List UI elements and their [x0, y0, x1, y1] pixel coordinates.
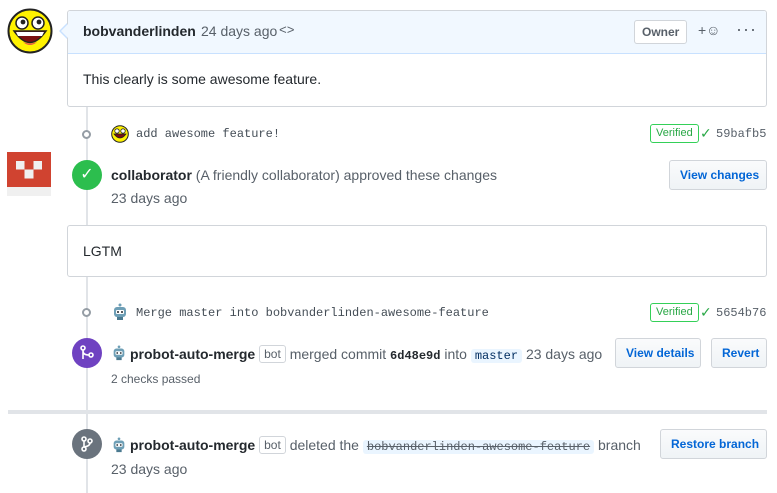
branch-glyph: [81, 436, 93, 452]
avatar[interactable]: [111, 437, 127, 453]
commit-sha-link[interactable]: 5654b76: [716, 306, 766, 320]
review-author[interactable]: collaborator: [111, 167, 192, 183]
commit-icon: [82, 130, 91, 139]
avatar[interactable]: [111, 303, 129, 321]
merge-into-text: into: [444, 346, 467, 362]
awesome-face-icon: [7, 8, 53, 54]
view-details-button[interactable]: View details: [615, 338, 701, 368]
bot-label: bot: [259, 436, 286, 454]
verified-badge[interactable]: Verified: [650, 303, 699, 322]
awesome-face-icon: [111, 125, 129, 143]
merge-event-text: probot-auto-merge bot merged commit 6d48…: [130, 345, 602, 363]
add-reaction-button[interactable]: +☺: [698, 22, 720, 38]
review-action: approved these changes: [343, 167, 497, 183]
identicon-icon: [7, 152, 51, 196]
delete-branch-word: branch: [598, 437, 641, 453]
revert-button[interactable]: Revert: [711, 338, 767, 368]
base-branch-label[interactable]: master: [470, 349, 523, 363]
robot-icon: [113, 345, 125, 361]
view-changes-button[interactable]: View changes: [669, 160, 767, 190]
code-icon: <>: [279, 23, 295, 38]
check-icon: ✓: [700, 125, 712, 141]
check-icon: ✓: [700, 304, 712, 320]
delete-event-text: probot-auto-merge bot deleted the bobvan…: [130, 436, 641, 454]
deleted-branch-label: bobvanderlinden-awesome-feature: [362, 440, 595, 454]
review-event-text: collaborator (A friendly collaborator) a…: [111, 167, 497, 183]
timeline-separator: [8, 410, 767, 414]
delete-actor[interactable]: probot-auto-merge: [130, 437, 255, 453]
review-comment-body: LGTM: [83, 243, 122, 259]
delete-timestamp[interactable]: 23 days ago: [111, 461, 187, 477]
merge-timestamp[interactable]: 23 days ago: [526, 346, 602, 362]
verified-badge[interactable]: Verified: [650, 124, 699, 143]
comment-box: bobvanderlinden 24 days ago <> Owner +☺ …: [59, 10, 767, 107]
robot-icon: [114, 303, 126, 320]
merge-commit-sha[interactable]: 6d48e9d: [390, 349, 440, 363]
comment-author[interactable]: bobvanderlinden: [83, 23, 196, 39]
avatar[interactable]: [111, 125, 129, 143]
review-timestamp[interactable]: 23 days ago: [111, 190, 187, 206]
check-icon: ✓: [72, 160, 102, 190]
delete-text: deleted the: [289, 437, 359, 453]
merge-glyph: [80, 345, 94, 359]
commit-sha-link[interactable]: 59bafb5: [716, 127, 766, 141]
commit-message-link[interactable]: Merge master into bobvanderlinden-awesom…: [136, 306, 489, 320]
git-branch-icon: [72, 429, 102, 459]
comment-timestamp[interactable]: 24 days ago: [201, 23, 277, 39]
commit-message-link[interactable]: add awesome feature!: [136, 127, 280, 141]
merge-actor[interactable]: probot-auto-merge: [130, 346, 255, 362]
avatar[interactable]: [7, 152, 51, 196]
restore-branch-button[interactable]: Restore branch: [660, 429, 767, 459]
more-options-button[interactable]: ···: [736, 19, 757, 40]
comment-header: bobvanderlinden 24 days ago <> Owner +☺ …: [68, 11, 766, 54]
bot-label: bot: [259, 345, 286, 363]
comment-body: This clearly is some awesome feature.: [83, 71, 322, 87]
merge-text: merged commit: [289, 346, 387, 362]
review-author-note: (A friendly collaborator): [195, 167, 340, 183]
robot-icon: [113, 437, 125, 453]
git-merge-icon: [72, 338, 102, 368]
checks-status[interactable]: 2 checks passed: [111, 372, 200, 386]
comment-caret: [61, 24, 68, 38]
avatar[interactable]: [7, 8, 53, 54]
avatar[interactable]: [111, 345, 127, 361]
review-comment-box: LGTM: [67, 225, 767, 277]
commit-icon: [82, 308, 91, 317]
owner-label: Owner: [634, 20, 688, 44]
